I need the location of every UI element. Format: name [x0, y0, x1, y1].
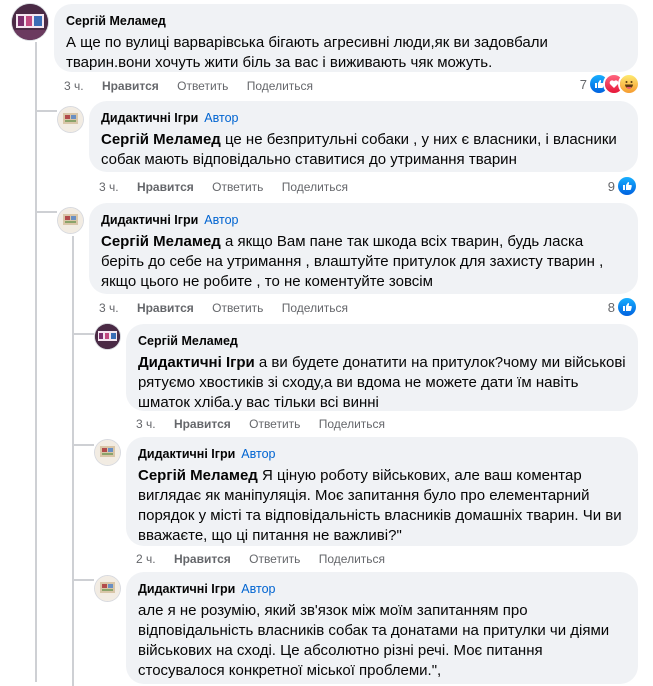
mention-link[interactable]: Дидактичні Ігри [138, 354, 255, 371]
thread-line [72, 236, 74, 686]
reply-button[interactable]: Ответить [212, 180, 263, 194]
comment-actions: 3 ч. Нравится Ответить Поделиться [99, 180, 363, 194]
avatar-image [95, 324, 120, 349]
reaction-summary[interactable]: 8 [608, 298, 636, 316]
reply-button[interactable]: Ответить [212, 301, 263, 315]
avatar[interactable] [95, 324, 120, 349]
comment-bubble: Сергій Меламед Дидактичні Ігри а ви буде… [126, 324, 638, 411]
mention-link[interactable]: Сергій Меламед [101, 131, 221, 148]
like-icon [618, 177, 636, 195]
avatar-image [12, 4, 48, 40]
comment-time[interactable]: 3 ч. [99, 180, 119, 194]
comment-text: Дидактичні Ігри а ви будете донатити на … [138, 353, 626, 413]
comment-time[interactable]: 3 ч. [99, 301, 119, 315]
comment-author[interactable]: Дидактичні Ігри [101, 111, 198, 125]
thread-line [35, 42, 37, 682]
comment-text: але я не розумію, який зв'язок між моїм … [138, 602, 610, 679]
thread-line [72, 444, 94, 446]
comment-time[interactable]: 2 ч. [136, 552, 156, 566]
reply-button[interactable]: Ответить [249, 417, 300, 431]
reaction-count: 7 [579, 76, 587, 92]
comment-time[interactable]: 3 ч. [136, 417, 156, 431]
like-button[interactable]: Нравится [174, 417, 231, 431]
avatar-image [95, 576, 120, 601]
author-badge: Автор [241, 447, 276, 461]
avatar-image [58, 107, 83, 132]
comment-text: Сергій Меламед Я ціную роботу військових… [138, 466, 626, 546]
avatar[interactable] [95, 576, 120, 601]
thread-line [35, 110, 57, 112]
thread-line [72, 579, 94, 581]
mention-link[interactable]: Сергій Меламед [101, 233, 221, 250]
comment-bubble: Дидактичні Ігри Автор але я не розумію, я… [126, 572, 638, 684]
comment-text: Сергій Меламед це не безпритульні собаки… [101, 130, 626, 170]
reaction-summary[interactable]: 9 [608, 177, 636, 195]
reply-button[interactable]: Ответить [249, 552, 300, 566]
thread-line [72, 333, 94, 335]
like-icon [618, 298, 636, 316]
share-button[interactable]: Поделиться [319, 552, 385, 566]
comment-author[interactable]: Дидактичні Ігри [101, 213, 198, 227]
like-button[interactable]: Нравится [137, 180, 194, 194]
like-button[interactable]: Нравится [137, 301, 194, 315]
comment-actions: 3 ч. Нравится Ответить Поделиться [64, 79, 328, 93]
author-badge: Автор [204, 213, 239, 227]
reaction-count: 8 [607, 299, 615, 315]
share-button[interactable]: Поделиться [282, 180, 348, 194]
share-button[interactable]: Поделиться [282, 301, 348, 315]
avatar-image [58, 208, 83, 233]
avatar-image [95, 440, 120, 465]
comment-author[interactable]: Дидактичні Ігри [138, 582, 235, 596]
like-button[interactable]: Нравится [174, 552, 231, 566]
avatar[interactable] [58, 107, 83, 132]
comment-author[interactable]: Сергій Меламед [138, 334, 238, 348]
reaction-summary[interactable]: 7 [580, 75, 638, 93]
reaction-count: 9 [607, 178, 615, 194]
comment-bubble: Дидактичні Ігри Автор Сергій Меламед Я ці… [126, 437, 638, 546]
share-button[interactable]: Поделиться [247, 79, 313, 93]
mention-link[interactable]: Сергій Меламед [138, 467, 258, 484]
comment-author[interactable]: Сергій Меламед [66, 14, 166, 28]
avatar[interactable] [58, 208, 83, 233]
comment-bubble: Дидактичні Ігри Автор Сергій Меламед це н… [89, 101, 638, 172]
reply-button[interactable]: Ответить [177, 79, 228, 93]
share-button[interactable]: Поделиться [319, 417, 385, 431]
author-badge: Автор [241, 582, 276, 596]
comment-actions: 3 ч. Нравится Ответить Поделиться [136, 417, 400, 431]
comment-actions: 3 ч. Нравится Ответить Поделиться [99, 301, 363, 315]
thread-line [35, 211, 57, 213]
comment-bubble: Дидактичні Ігри Автор Сергій Меламед а як… [89, 203, 638, 294]
haha-icon [620, 75, 638, 93]
comment-text: А ще по вулиці варварівська бігають агре… [66, 34, 548, 71]
like-button[interactable]: Нравится [102, 79, 159, 93]
comment-bubble: Сергій Меламед А ще по вулиці варварівсь… [54, 4, 638, 72]
avatar[interactable] [95, 440, 120, 465]
author-badge: Автор [204, 111, 239, 125]
avatar[interactable] [12, 4, 48, 40]
comment-time[interactable]: 3 ч. [64, 79, 84, 93]
comment-actions: 2 ч. Нравится Ответить Поделиться [136, 552, 400, 566]
comment-text: Сергій Меламед а якщо Вам пане так шкода… [101, 232, 626, 292]
comment-author[interactable]: Дидактичні Ігри [138, 447, 235, 461]
